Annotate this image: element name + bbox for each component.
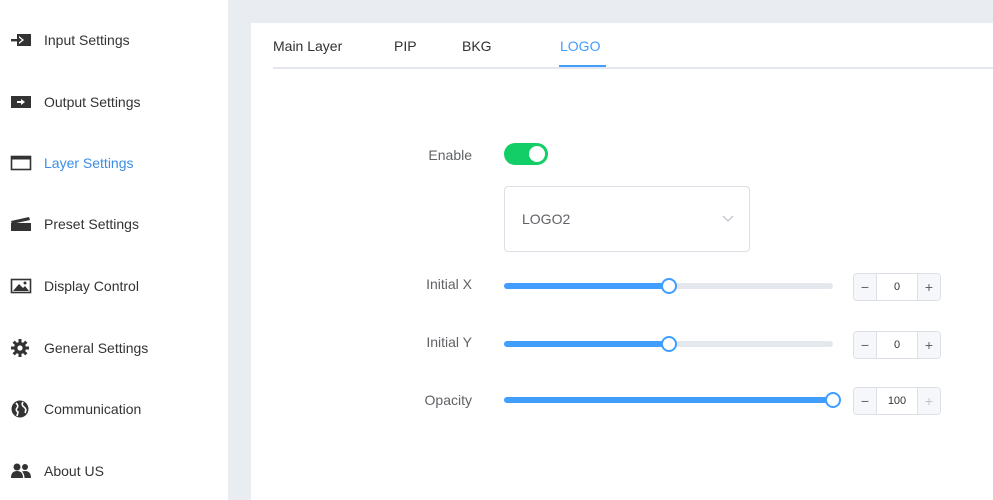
enable-toggle[interactable] [504,143,548,165]
sidebar-item-general-settings[interactable]: General Settings [10,334,148,362]
sidebar-item-label: Display Control [44,278,139,294]
increment-button[interactable]: + [917,274,940,300]
sidebar-item-communication[interactable]: Communication [10,395,141,423]
opacity-label: Opacity [424,392,472,408]
sidebar-item-output-settings[interactable]: Output Settings [10,88,141,116]
initial-y-value[interactable]: 0 [876,332,918,358]
sidebar-item-layer-settings[interactable]: Layer Settings [10,149,134,177]
initial-x-label: Initial X [426,276,472,292]
sidebar-item-input-settings[interactable]: Input Settings [10,26,130,54]
sidebar-item-label: About US [44,463,104,479]
initial-y-stepper: − 0 + [853,331,941,359]
globe-icon [10,399,34,419]
decrement-button[interactable]: − [854,388,877,414]
input-icon [10,30,34,50]
sidebar-item-label: Preset Settings [44,216,139,232]
initial-y-label: Initial Y [426,334,472,350]
slider-thumb[interactable] [825,392,841,408]
initial-x-slider[interactable] [504,278,833,294]
decrement-button[interactable]: − [854,332,877,358]
slider-fill [504,397,833,403]
sidebar-item-label: Communication [44,401,142,417]
layer-settings-panel: Main Layer PIP BKG LOGO Enable LOGO2 Ini… [251,23,993,500]
opacity-value[interactable]: 100 [876,388,918,414]
logo-select[interactable]: LOGO2 [504,186,750,252]
increment-button[interactable]: + [917,332,940,358]
image-icon [10,276,34,296]
gear-icon [10,338,34,358]
active-tab-indicator [559,65,606,67]
toggle-knob [529,146,545,162]
initial-y-slider[interactable] [504,336,833,352]
initial-x-stepper: − 0 + [853,273,941,301]
layer-icon [10,153,34,173]
slider-fill [504,341,669,347]
decrement-button[interactable]: − [854,274,877,300]
tab-bar: Main Layer PIP BKG LOGO [273,23,993,69]
sidebar-item-label: Input Settings [44,32,130,48]
increment-button[interactable]: + [917,388,940,414]
enable-label: Enable [428,147,472,163]
sidebar-item-label: General Settings [44,340,149,356]
sidebar-item-display-control[interactable]: Display Control [10,272,139,300]
users-icon [10,461,34,481]
sidebar-item-label: Layer Settings [44,155,134,171]
tab-pip[interactable]: PIP [394,38,417,54]
sidebar-item-about-us[interactable]: About US [10,457,104,485]
tab-logo[interactable]: LOGO [560,38,600,54]
slider-thumb[interactable] [660,336,677,352]
logo-select-value: LOGO2 [522,211,571,227]
opacity-slider[interactable] [504,392,841,408]
slider-fill [504,283,669,289]
initial-x-value[interactable]: 0 [876,274,918,300]
opacity-stepper: − 100 + [853,387,941,415]
chevron-down-icon [721,211,735,225]
tab-bkg[interactable]: BKG [462,38,492,54]
slider-thumb[interactable] [660,278,677,294]
clapperboard-icon [10,214,34,234]
sidebar-item-preset-settings[interactable]: Preset Settings [10,210,139,238]
tab-main-layer[interactable]: Main Layer [273,38,342,54]
output-icon [10,92,34,112]
sidebar: Input Settings Output Settings Layer Set… [0,0,228,500]
sidebar-item-label: Output Settings [44,94,141,110]
